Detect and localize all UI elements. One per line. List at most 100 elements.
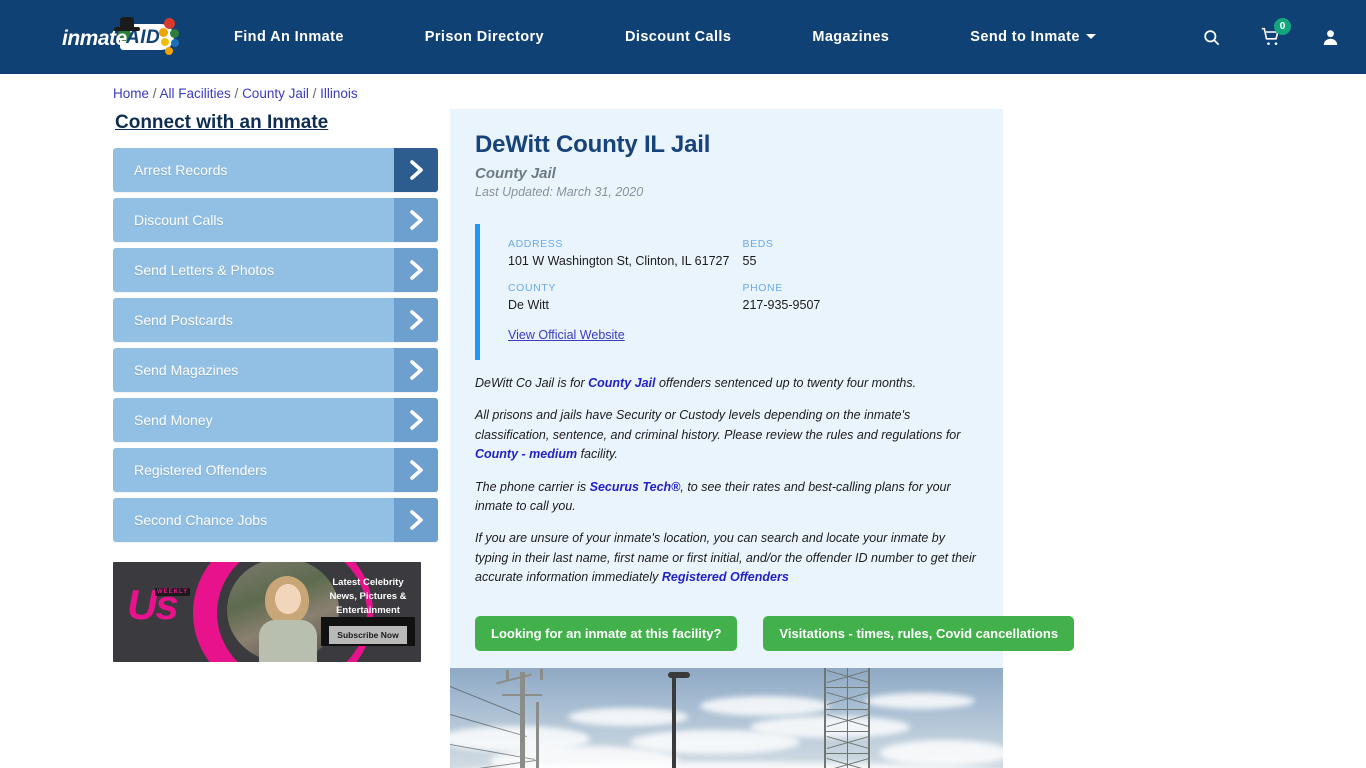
chevron-right-icon (394, 348, 438, 392)
chevron-right-icon (394, 398, 438, 442)
sidebar-item-label: Second Chance Jobs (134, 512, 268, 528)
info-value-beds: 55 (742, 254, 757, 268)
radio-tower (822, 668, 874, 768)
site-logo[interactable]: inmate AID (62, 16, 180, 58)
desc-p4-link-registered-offenders[interactable]: Registered Offenders (662, 570, 789, 584)
sidebar-item-label: Send Letters & Photos (134, 262, 275, 278)
sidebar-item-label: Discount Calls (134, 212, 224, 228)
breadcrumb-separator: / (149, 86, 160, 101)
sidebar-item-send-postcards[interactable]: Send Postcards (113, 298, 438, 342)
chevron-right-icon (394, 298, 438, 342)
sidebar-item-discount-calls[interactable]: Discount Calls (113, 198, 438, 242)
info-value-address: 101 W Washington St, Clinton, IL 61727 (508, 254, 730, 268)
breadcrumb-item-county-jail[interactable]: County Jail (242, 86, 309, 101)
sidebar-item-send-money[interactable]: Send Money (113, 398, 438, 442)
utility-pole (520, 672, 525, 768)
breadcrumb: Home / All Facilities / County Jail / Il… (0, 74, 1366, 101)
sidebar-item-registered-offenders[interactable]: Registered Offenders (113, 448, 438, 492)
sidebar-item-label: Send Magazines (134, 362, 239, 378)
content-columns: Connect with an Inmate Arrest Records Di… (0, 101, 1366, 768)
nav-item-prison-directory[interactable]: Prison Directory (425, 29, 544, 45)
desc-p2-link-county-medium[interactable]: County - medium (475, 447, 577, 461)
breadcrumb-item-all-facilities[interactable]: All Facilities (160, 86, 231, 101)
looking-for-inmate-button[interactable]: Looking for an inmate at this facility? (475, 616, 738, 652)
facility-photo (450, 668, 1003, 768)
cart-icon[interactable]: 0 (1261, 18, 1291, 47)
info-label-address: ADDRESS (508, 238, 563, 250)
info-label-county: COUNTY (508, 282, 556, 294)
street-lamp-pole (672, 672, 676, 768)
advertisement-banner[interactable]: Us WEEKLY Latest Celebrity News, Picture… (113, 562, 421, 662)
page-title: DeWitt County IL Jail (475, 131, 711, 158)
facility-description: DeWitt Co Jail is for County Jail offend… (450, 360, 1075, 652)
sidebar-item-label: Send Money (134, 412, 213, 428)
logo-hat-icon (114, 16, 140, 32)
nav-icon-group: 0 (1162, 18, 1340, 47)
facility-info-block: ADDRESS 101 W Washington St, Clinton, IL… (475, 224, 977, 360)
chevron-right-icon (394, 148, 438, 192)
user-icon[interactable] (1321, 28, 1340, 47)
cta-row: Looking for an inmate at this facility? … (475, 600, 1075, 652)
desc-p1-text-a: DeWitt Co Jail is for (475, 376, 589, 390)
description-paragraph-2: All prisons and jails have Security or C… (475, 406, 977, 464)
cloud-shape (700, 696, 830, 717)
cloud-shape (568, 708, 688, 727)
view-official-website-link[interactable]: View Official Website (508, 328, 625, 342)
pole-crossarm (502, 694, 542, 697)
street-lamp-head (668, 672, 690, 679)
info-label-phone: PHONE (742, 282, 783, 294)
info-cell-county: COUNTY De Witt (508, 282, 743, 312)
facility-info-grid: ADDRESS 101 W Washington St, Clinton, IL… (508, 238, 977, 326)
breadcrumb-item-illinois[interactable]: Illinois (320, 86, 358, 101)
nav-item-discount-calls[interactable]: Discount Calls (625, 29, 731, 45)
description-paragraph-1: DeWitt Co Jail is for County Jail offend… (475, 374, 977, 393)
nav-item-send-to-inmate-label: Send to Inmate (970, 29, 1080, 45)
chevron-right-icon (394, 498, 438, 542)
sidebar-item-send-magazines[interactable]: Send Magazines (113, 348, 438, 392)
nav-item-find-an-inmate[interactable]: Find An Inmate (234, 29, 344, 45)
sidebar: Connect with an Inmate Arrest Records Di… (113, 109, 438, 768)
ad-brand-sub: WEEKLY (155, 588, 191, 596)
desc-p1-text-b: offenders sentenced up to twenty four mo… (655, 376, 917, 390)
cloud-shape (865, 693, 975, 710)
ad-subscribe-button[interactable]: Subscribe Now (329, 626, 407, 645)
page-body: Home / All Facilities / County Jail / Il… (0, 74, 1366, 768)
sidebar-item-second-chance-jobs[interactable]: Second Chance Jobs (113, 498, 438, 542)
description-paragraph-3: The phone carrier is Securus Tech®, to s… (475, 478, 977, 517)
facility-last-updated: Last Updated: March 31, 2020 (475, 185, 644, 199)
pole-insulator (506, 670, 509, 681)
breadcrumb-separator: / (308, 86, 321, 101)
facility-type: County Jail (475, 165, 556, 182)
info-value-phone: 217-935-9507 (742, 298, 821, 312)
desc-p2-text-a: All prisons and jails have Security or C… (475, 408, 961, 442)
logo-dots-icon (158, 18, 180, 56)
info-cell-phone: PHONE 217-935-9507 (743, 282, 978, 312)
ad-subscribe-wrap: Subscribe Now (321, 617, 415, 647)
chevron-right-icon (394, 448, 438, 492)
info-cell-address: ADDRESS 101 W Washington St, Clinton, IL… (508, 238, 743, 268)
desc-p3-link-securus-tech[interactable]: Securus Tech® (590, 480, 681, 494)
nav-item-send-to-inmate[interactable]: Send to Inmate (970, 29, 1096, 45)
chevron-right-icon (394, 248, 438, 292)
cloud-shape (880, 740, 1003, 767)
facility-card: DeWitt County IL Jail County Jail Last U… (450, 109, 1075, 768)
chevron-down-icon (1085, 34, 1096, 39)
ad-photo-face (275, 584, 301, 614)
sidebar-item-arrest-records[interactable]: Arrest Records (113, 148, 438, 192)
cart-count-badge: 0 (1274, 18, 1291, 35)
sidebar-item-send-letters-photos[interactable]: Send Letters & Photos (113, 248, 438, 292)
search-icon[interactable] (1202, 28, 1221, 47)
breadcrumb-separator: / (230, 86, 243, 101)
nav-item-magazines[interactable]: Magazines (812, 29, 889, 45)
chevron-right-icon (394, 198, 438, 242)
sidebar-item-label: Send Postcards (134, 312, 233, 328)
pole-crossarm (496, 674, 532, 685)
desc-p1-link-county-jail[interactable]: County Jail (588, 376, 655, 390)
primary-nav: Find An Inmate Prison Directory Discount… (234, 29, 1096, 45)
info-cell-beds: BEDS 55 (743, 238, 978, 268)
ad-headline: Latest Celebrity News, Pictures & Entert… (329, 577, 407, 616)
utility-pole (536, 702, 539, 768)
breadcrumb-item-home[interactable]: Home (113, 86, 149, 101)
info-value-county: De Witt (508, 298, 549, 312)
visitations-button[interactable]: Visitations - times, rules, Covid cancel… (763, 616, 1075, 652)
